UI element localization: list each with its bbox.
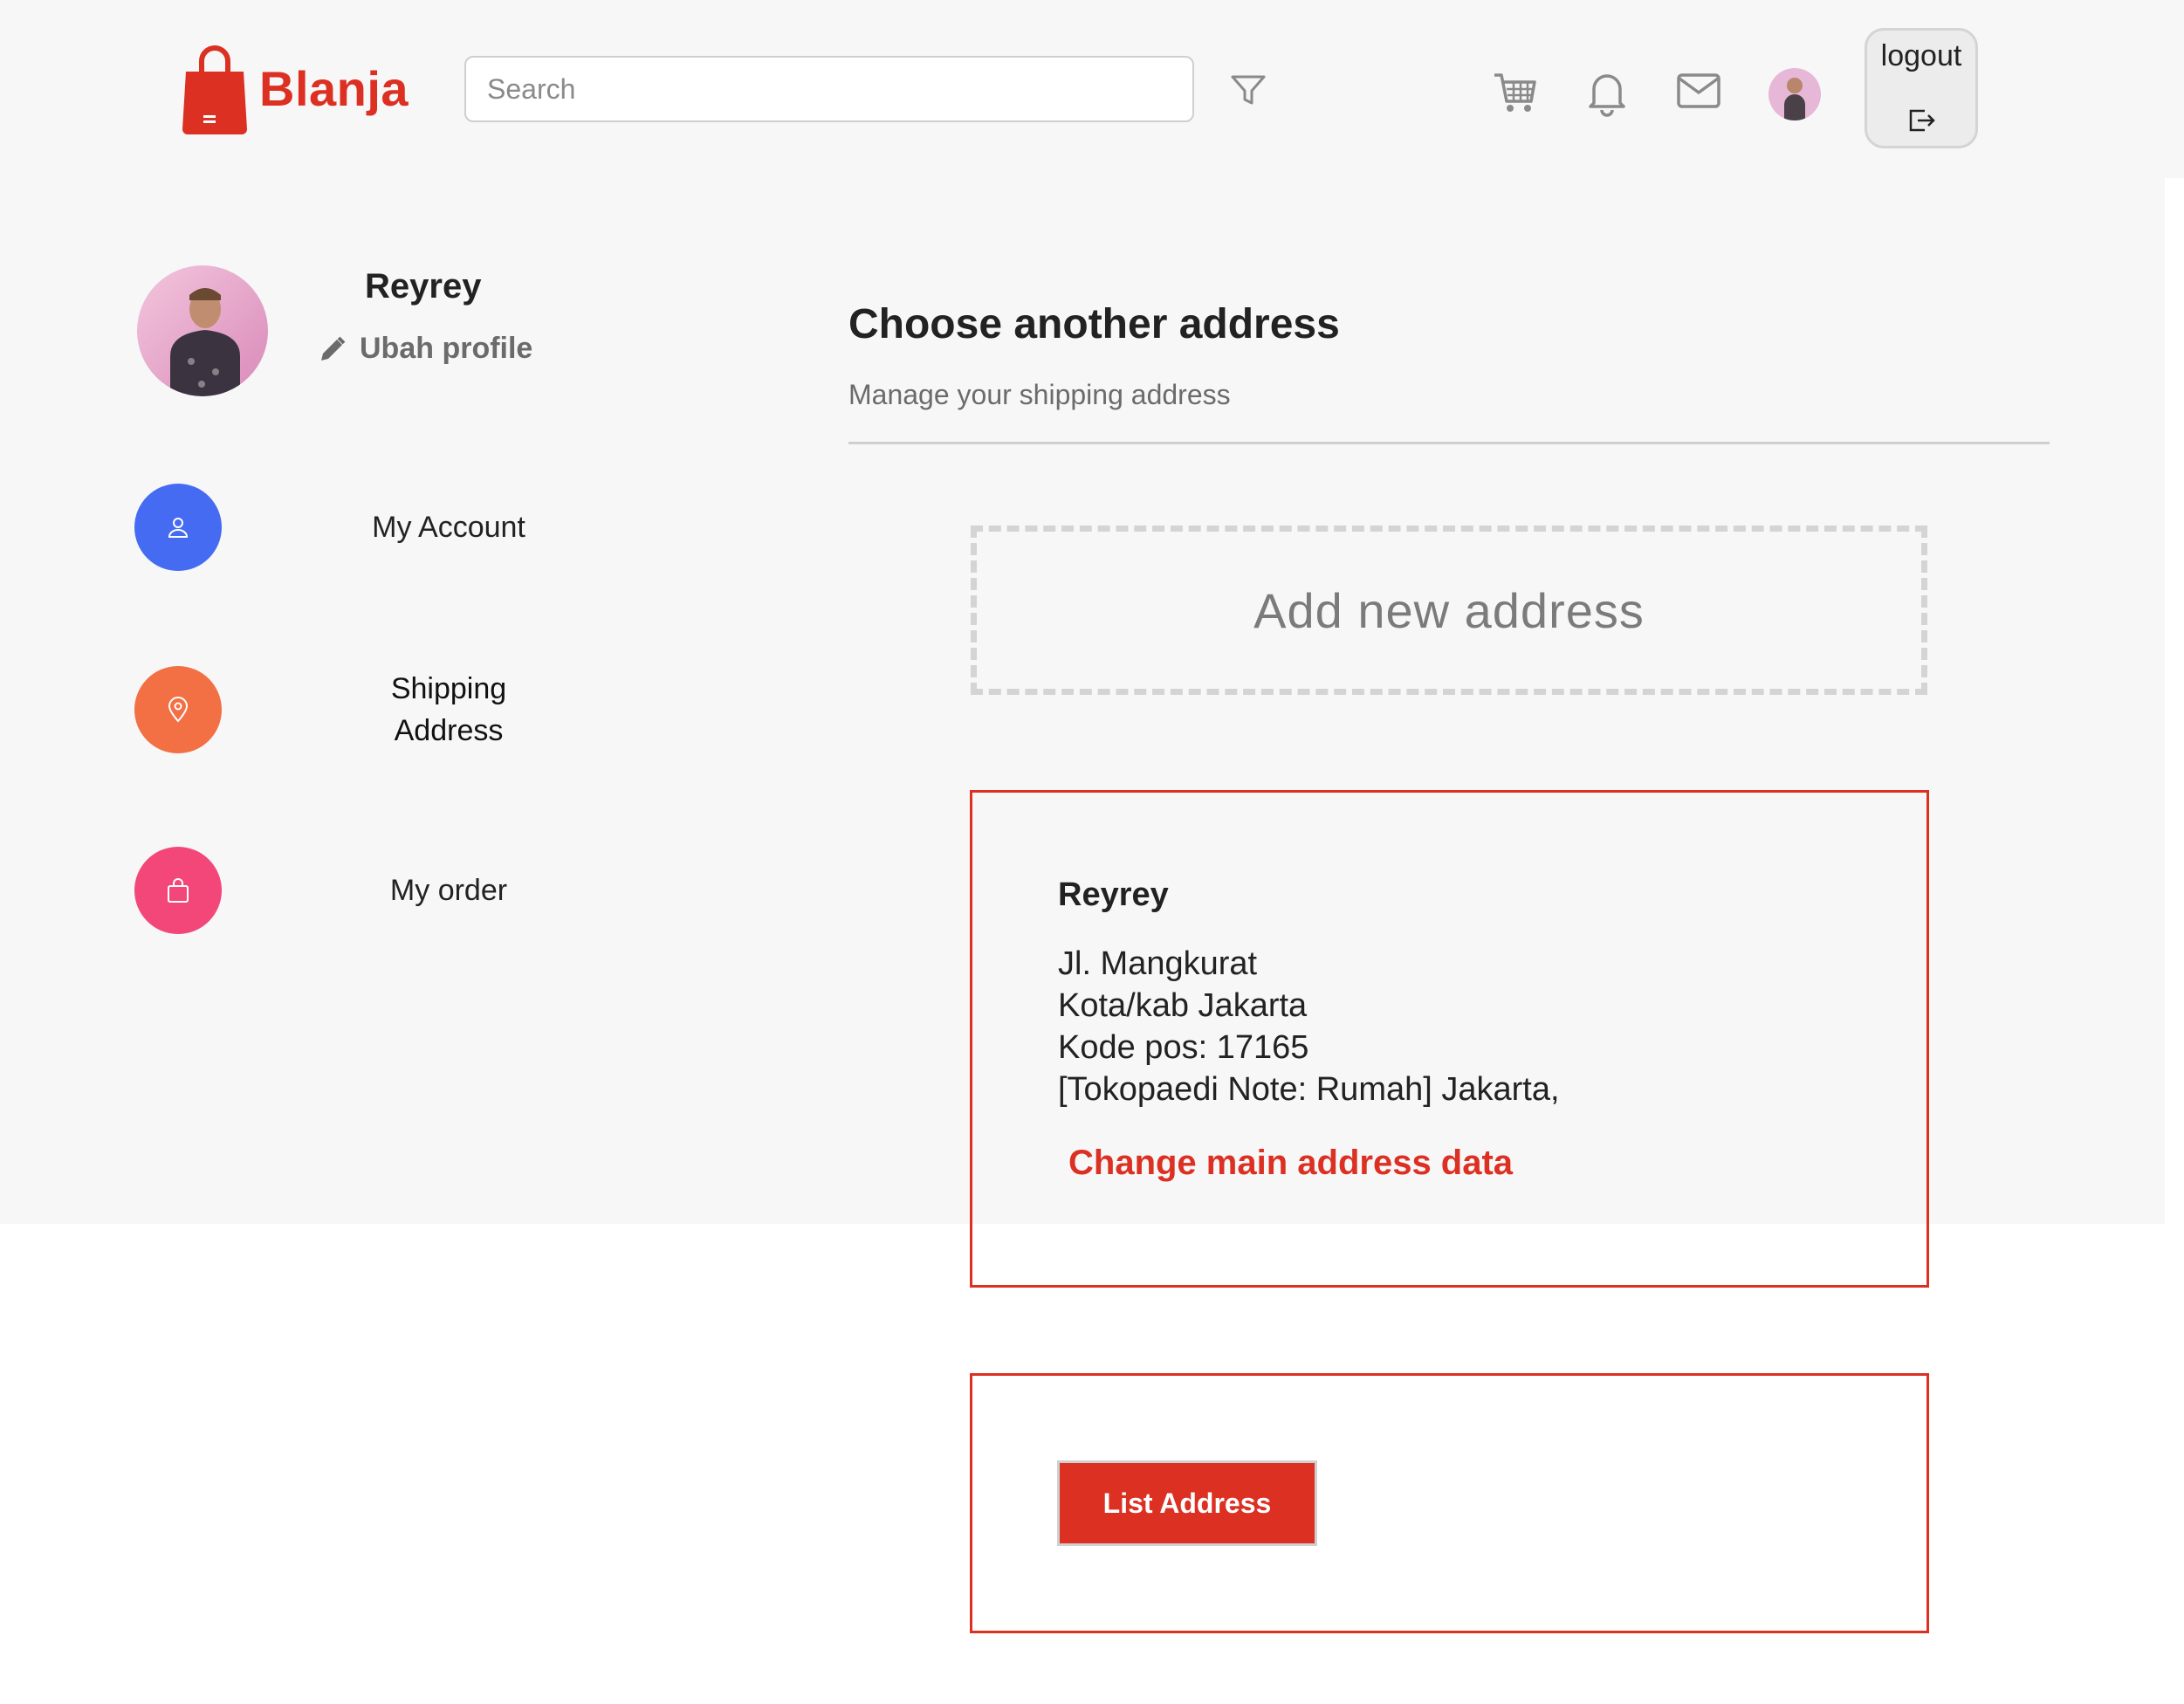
- logout-icon: [1909, 109, 1935, 132]
- page-background-edge: [2165, 0, 2184, 178]
- logout-button[interactable]: logout: [1865, 28, 1978, 148]
- shopping-bag-logo-icon: [182, 45, 247, 134]
- filter-icon[interactable]: [1227, 70, 1269, 112]
- edit-profile-link[interactable]: Ubah profile: [318, 332, 532, 366]
- address-city: Kota/kab Jakarta: [1058, 987, 1308, 1024]
- profile-name: Reyrey: [365, 267, 482, 306]
- address-postal-code: Kode pos: 17165: [1058, 1029, 1309, 1066]
- sidebar-item-shipping-address[interactable]: Shipping Address: [134, 666, 506, 753]
- sidebar-item-label: My Account: [372, 511, 525, 544]
- add-new-address-button[interactable]: Add new address: [971, 526, 1927, 695]
- divider: [848, 442, 2050, 444]
- address-street: Jl. Mangkurat: [1058, 945, 1258, 982]
- logout-label: logout: [1880, 39, 1962, 72]
- pencil-icon: [321, 336, 346, 361]
- bell-icon[interactable]: [1585, 68, 1629, 117]
- mail-icon[interactable]: [1676, 72, 1721, 110]
- address-card[interactable]: Reyrey Jl. Mangkurat Kota/kab Jakarta Ko…: [970, 790, 1929, 1288]
- brand-name: Blanja: [259, 60, 409, 116]
- brand-logo[interactable]: Blanja: [181, 42, 409, 134]
- address-recipient-name: Reyrey: [1058, 876, 1169, 913]
- address-note: [Tokopaedi Note: Rumah] Jakarta,: [1058, 1071, 1560, 1108]
- list-address-card: List Address: [970, 1373, 1929, 1633]
- cart-icon[interactable]: [1491, 68, 1540, 117]
- page-title: Choose another address: [848, 301, 1340, 347]
- sidebar-item-label-line2: Address: [394, 714, 504, 747]
- sidebar-item-label-line1: Shipping: [390, 672, 507, 705]
- sidebar-item-label: My order: [389, 874, 508, 907]
- edit-profile-label: Ubah profile: [360, 332, 533, 365]
- page-subtitle: Manage your shipping address: [848, 379, 1231, 410]
- location-pin-icon: [134, 666, 222, 753]
- sidebar-item-label: Shipping Address: [309, 668, 588, 752]
- sidebar-item-my-order[interactable]: My order: [134, 847, 507, 934]
- change-address-link[interactable]: Change main address data: [1068, 1144, 1513, 1183]
- shopping-bag-icon: [134, 847, 222, 934]
- sidebar-item-my-account[interactable]: My Account: [134, 484, 525, 571]
- list-address-button[interactable]: List Address: [1057, 1460, 1317, 1546]
- profile-avatar: [137, 265, 268, 396]
- search-input[interactable]: [464, 56, 1194, 122]
- avatar[interactable]: [1768, 68, 1821, 120]
- address-details: Jl. Mangkurat Kota/kab Jakarta Kode pos:…: [1058, 943, 1560, 1110]
- user-icon: [134, 484, 222, 571]
